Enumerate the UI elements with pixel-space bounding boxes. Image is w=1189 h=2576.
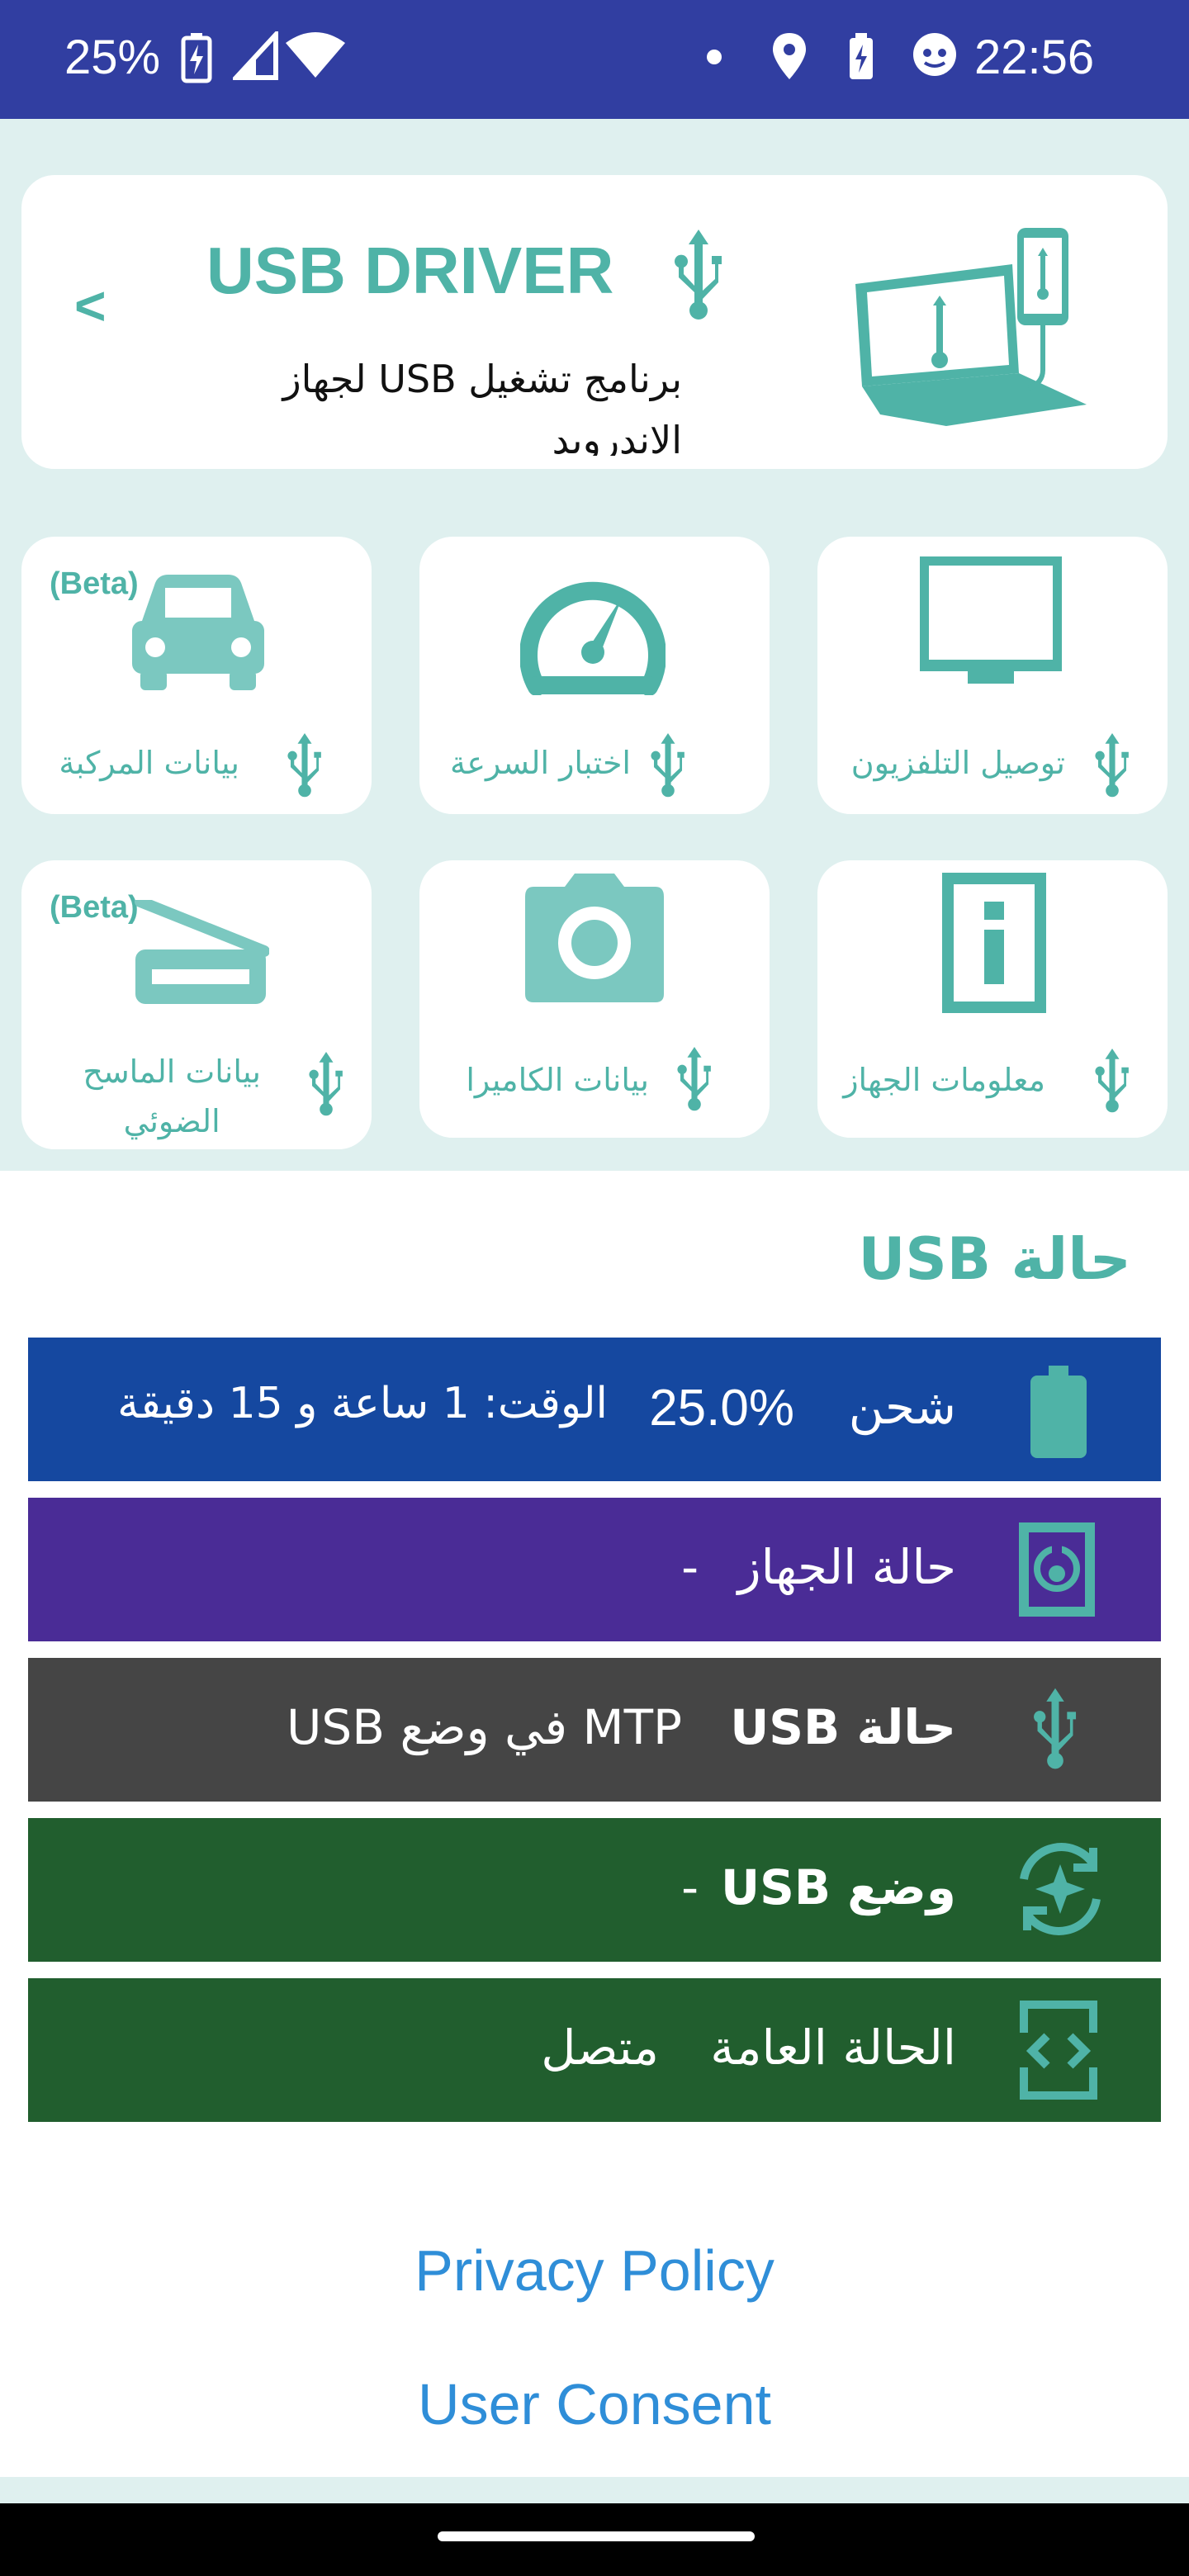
usb-icon: [287, 733, 321, 798]
tile-tv-connect[interactable]: توصيل التلفزيون: [817, 537, 1168, 814]
code-brackets-icon: [1020, 2001, 1097, 2100]
tile-vehicle-data[interactable]: (Beta) بيانات المركبة: [21, 537, 372, 814]
tile-speed-test[interactable]: اختبار السرعة: [419, 537, 770, 814]
privacy-policy-link[interactable]: Privacy Policy: [0, 2237, 1189, 2304]
battery-status-icon: [850, 33, 873, 79]
battery-icon: [1030, 1366, 1087, 1458]
beta-badge: (Beta): [50, 566, 139, 601]
tile-camera-data[interactable]: بيانات الكاميرا: [419, 860, 770, 1138]
notification-dot-icon: [707, 50, 722, 64]
status-row-usb-mode: وضع USB -: [28, 1818, 1161, 1962]
row-label: حالة USB: [730, 1699, 956, 1755]
back-arrow[interactable]: <: [74, 274, 107, 337]
section-title: حالة USB: [858, 1225, 1131, 1293]
usb-icon: [1095, 733, 1129, 798]
usb-icon: [1095, 1049, 1129, 1113]
tile-label: توصيل التلفزيون: [850, 745, 1065, 781]
row-extra: الوقت: 1 ساعة و 15 دقيقة: [117, 1379, 608, 1428]
usb-icon: [651, 733, 685, 798]
row-label: الحالة العامة: [710, 2020, 956, 2076]
usb-icon: [677, 1047, 711, 1111]
tile-scanner-data[interactable]: (Beta) بيانات الماسح الضوئي: [21, 860, 372, 1149]
camera-icon: [525, 874, 664, 1002]
usb-icon: [309, 1052, 343, 1116]
tile-label: بيانات الكاميرا: [466, 1062, 649, 1098]
tile-label: بيانات المركبة: [59, 745, 239, 781]
face-icon: [913, 33, 956, 76]
status-row-device-state: حالة الجهاز -: [28, 1498, 1161, 1641]
navigation-bar: [0, 2503, 1189, 2576]
status-row-general-state: الحالة العامة متصل: [28, 1978, 1161, 2122]
tv-icon: [920, 556, 1062, 684]
usb-mode-icon: [1020, 1843, 1101, 1935]
battery-charging-icon: [181, 33, 212, 83]
app-subtitle: برنامج تشغيل USB لجهاز الاندرويد: [282, 357, 682, 456]
tile-device-info[interactable]: معلومات الجهاز: [817, 860, 1168, 1138]
wifi-icon: [286, 32, 345, 78]
tile-label: بيانات الماسح الضوئي: [83, 1054, 261, 1139]
status-bar: 25% 22:56: [0, 0, 1189, 119]
status-row-usb-state: حالة USB MTP في وضع USB: [28, 1658, 1161, 1802]
usb-icon: [675, 230, 722, 320]
usb-icon: [1034, 1688, 1077, 1769]
info-icon: [942, 873, 1046, 1013]
row-label: شحن: [848, 1379, 956, 1435]
user-consent-link[interactable]: User Consent: [0, 2371, 1189, 2437]
home-gesture-handle[interactable]: [438, 2531, 755, 2541]
location-icon: [773, 33, 806, 79]
laptop-phone-illustration: [855, 228, 1087, 426]
car-icon: [132, 575, 264, 690]
beta-badge: (Beta): [50, 890, 139, 925]
signal-icon: [233, 31, 278, 80]
row-label: حالة الجهاز: [737, 1539, 956, 1595]
scanner-icon: [135, 900, 269, 1004]
header-card[interactable]: < USB DRIVER برنامج تشغيل USB لجهاز الان…: [21, 175, 1168, 469]
row-value: -: [681, 1539, 699, 1595]
row-value: MTP في وضع USB: [286, 1699, 682, 1755]
row-value: -: [681, 1859, 699, 1915]
status-row-charging: شحن 25.0% الوقت: 1 ساعة و 15 دقيقة: [28, 1338, 1161, 1481]
row-value: متصل: [541, 2020, 659, 2076]
row-value: 25.0%: [649, 1380, 794, 1437]
row-label: وضع USB: [721, 1859, 956, 1915]
clock: 22:56: [974, 31, 1095, 84]
device-state-icon: [1019, 1522, 1095, 1617]
app-title: USB DRIVER: [206, 234, 614, 307]
tile-label: اختبار السرعة: [449, 745, 631, 781]
speedometer-icon: [520, 581, 666, 695]
tile-label: معلومات الجهاز: [843, 1062, 1045, 1098]
battery-percent: 25%: [64, 31, 161, 84]
